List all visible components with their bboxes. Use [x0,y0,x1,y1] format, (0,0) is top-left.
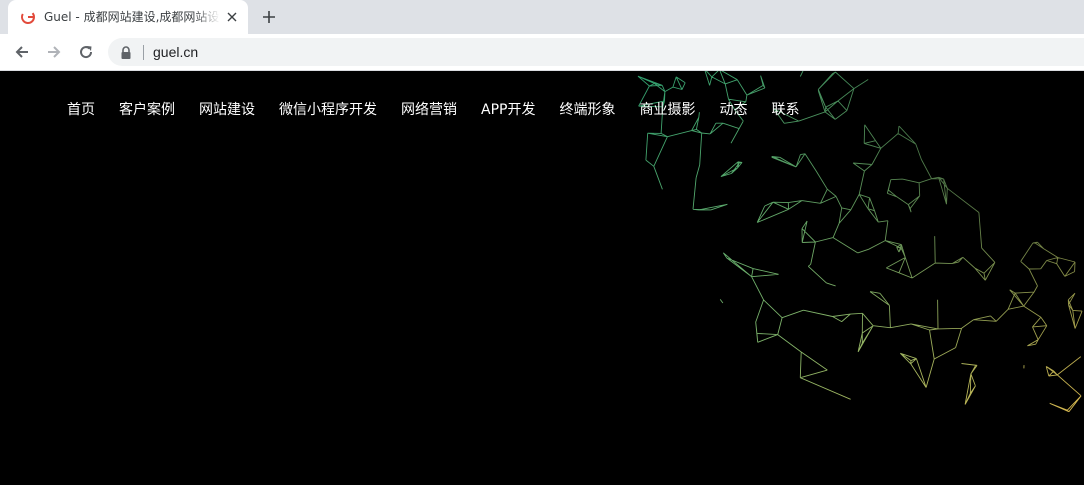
nav-link-contact[interactable]: 联系 [759,99,811,121]
tab-title: Guel - 成都网站建设,成都网站设计 [44,10,220,24]
polygon-mesh-sphere [637,71,1084,485]
url-text[interactable]: guel.cn [153,43,198,61]
close-icon[interactable] [224,9,240,25]
arrow-right-icon[interactable] [42,40,66,64]
nav-link-marketing[interactable]: 网络营销 [389,99,469,121]
reload-icon[interactable] [74,40,98,64]
address-separator [143,45,144,60]
lock-icon[interactable] [120,45,132,59]
browser-toolbar: guel.cn [0,34,1084,71]
address-bar[interactable]: guel.cn [108,38,1084,66]
plus-icon[interactable] [258,6,280,28]
nav-link-web-design[interactable]: 网站建设 [187,99,267,121]
guel-favicon-icon [20,9,36,25]
nav-link-photography[interactable]: 商业摄影 [627,99,707,121]
arrow-left-icon[interactable] [10,40,34,64]
nav-link-app[interactable]: APP开发 [469,99,547,121]
nav-link-cases[interactable]: 客户案例 [107,99,187,121]
nav-link-news[interactable]: 动态 [707,99,759,121]
browser-tab[interactable]: Guel - 成都网站建设,成都网站设计 [8,0,248,34]
page-content: 首页 客户案例 网站建设 微信小程序开发 网络营销 APP开发 终端形象 商业摄… [0,71,1084,485]
nav-link-home[interactable]: 首页 [55,99,107,121]
nav-link-branding[interactable]: 终端形象 [547,99,627,121]
browser-tabstrip: Guel - 成都网站建设,成都网站设计 [0,0,1084,34]
nav-link-mini-program[interactable]: 微信小程序开发 [267,99,389,121]
site-nav: 首页 客户案例 网站建设 微信小程序开发 网络营销 APP开发 终端形象 商业摄… [55,99,811,121]
